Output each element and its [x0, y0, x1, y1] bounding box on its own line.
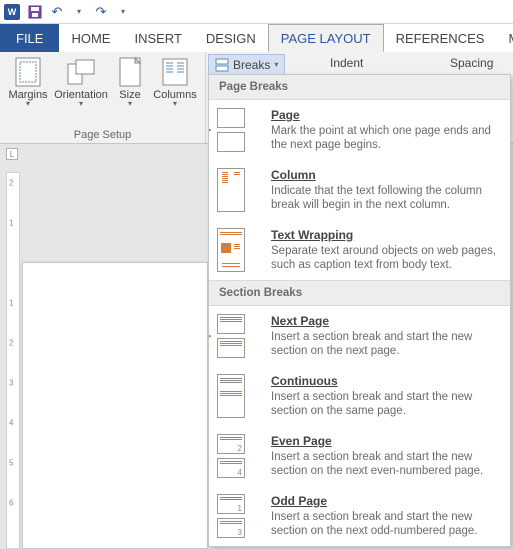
- ruler-corner: L: [6, 148, 18, 160]
- breaks-label: Breaks: [233, 58, 270, 72]
- orientation-icon: [66, 58, 96, 86]
- menu-item-desc: Mark the point at which one page ends an…: [271, 124, 500, 152]
- menu-item-title: Column: [271, 168, 500, 182]
- chevron-down-icon: ▾: [26, 101, 30, 107]
- spacing-label: Spacing: [450, 56, 493, 70]
- section-header-page-breaks: Page Breaks: [209, 75, 510, 100]
- ruler-mark: 1: [9, 299, 13, 308]
- section-header-section-breaks: Section Breaks: [209, 280, 510, 306]
- vertical-ruler[interactable]: 2 1 1 2 3 4 5 6: [6, 172, 20, 549]
- margins-icon: [15, 57, 41, 87]
- tab-insert[interactable]: INSERT: [122, 24, 193, 52]
- tab-design[interactable]: DESIGN: [194, 24, 268, 52]
- tab-references[interactable]: REFERENCES: [384, 24, 497, 52]
- undo-button[interactable]: ↶: [46, 1, 68, 23]
- continuous-icon: [217, 374, 257, 418]
- breaks-icon: [215, 58, 229, 72]
- menu-item-desc: Insert a section break and start the new…: [271, 390, 500, 418]
- menu-item-text-wrapping-break[interactable]: Text Wrapping Separate text around objec…: [209, 220, 510, 280]
- chevron-down-icon: ▾: [79, 101, 83, 107]
- ruler-mark: 4: [9, 419, 13, 428]
- ruler-mark: 6: [9, 499, 13, 508]
- menu-item-title: Continuous: [271, 374, 500, 388]
- menu-item-odd-page[interactable]: 1 3 Odd Page Insert a section break and …: [209, 486, 510, 546]
- breaks-dropdown: Page Breaks ▸ Page Mark the point at whi…: [208, 74, 511, 547]
- chevron-down-icon: ▾: [173, 101, 177, 107]
- menu-item-title: Next Page: [271, 314, 500, 328]
- group-page-setup: Margins ▾ Orientation ▾ Size ▾ Columns ▾…: [0, 52, 206, 143]
- menu-item-title: Text Wrapping: [271, 228, 500, 242]
- undo-dropdown[interactable]: ▾: [68, 1, 90, 23]
- quick-access-toolbar: W ↶ ▾ ↷ ▾: [0, 0, 513, 24]
- caret-right-icon: ▸: [208, 125, 212, 136]
- breaks-button[interactable]: Breaks ▾: [208, 54, 285, 76]
- redo-button[interactable]: ↷: [90, 1, 112, 23]
- menu-item-desc: Indicate that the text following the col…: [271, 184, 500, 212]
- ruler-mark: 2: [9, 179, 13, 188]
- text-wrapping-icon: [217, 228, 257, 272]
- next-page-icon: [217, 314, 257, 358]
- tab-file[interactable]: FILE: [0, 24, 59, 52]
- size-icon: [119, 57, 141, 87]
- caret-right-icon: ▸: [208, 331, 212, 342]
- menu-item-title: Page: [271, 108, 500, 122]
- tab-home[interactable]: HOME: [59, 24, 122, 52]
- chevron-down-icon: ▾: [274, 62, 278, 68]
- indent-label: Indent: [330, 56, 363, 70]
- document-page[interactable]: [22, 262, 208, 549]
- qat-customize[interactable]: ▾: [112, 1, 134, 23]
- menu-item-title: Even Page: [271, 434, 500, 448]
- margins-button[interactable]: Margins ▾: [4, 54, 52, 129]
- ruler-mark: 3: [9, 379, 13, 388]
- ribbon-tabs: FILE HOME INSERT DESIGN PAGE LAYOUT REFE…: [0, 24, 513, 52]
- page-break-icon: [217, 108, 257, 152]
- menu-item-desc: Insert a section break and start the new…: [271, 330, 500, 358]
- menu-item-column-break[interactable]: Column Indicate that the text following …: [209, 160, 510, 220]
- columns-button[interactable]: Columns ▾: [150, 54, 200, 129]
- menu-item-even-page[interactable]: 2 4 Even Page Insert a section break and…: [209, 426, 510, 486]
- columns-icon: [162, 58, 188, 86]
- size-button[interactable]: Size ▾: [110, 54, 150, 129]
- column-break-icon: [217, 168, 257, 212]
- save-icon: [28, 5, 42, 19]
- chevron-down-icon: ▾: [128, 101, 132, 107]
- orientation-button[interactable]: Orientation ▾: [52, 54, 110, 129]
- menu-item-continuous[interactable]: Continuous Insert a section break and st…: [209, 366, 510, 426]
- tab-mailings[interactable]: MAILIN: [496, 24, 513, 52]
- word-app-icon: W: [4, 4, 20, 20]
- menu-item-next-page[interactable]: ▸ Next Page Insert a section break and s…: [209, 306, 510, 366]
- tab-page-layout[interactable]: PAGE LAYOUT: [268, 24, 384, 52]
- even-page-icon: 2 4: [217, 434, 257, 478]
- ruler-mark: 5: [9, 459, 13, 468]
- ruler-mark: 1: [9, 219, 13, 228]
- ruler-mark: 2: [9, 339, 13, 348]
- odd-page-icon: 1 3: [217, 494, 257, 538]
- menu-item-desc: Insert a section break and start the new…: [271, 510, 500, 538]
- menu-item-desc: Separate text around objects on web page…: [271, 244, 500, 272]
- menu-item-title: Odd Page: [271, 494, 500, 508]
- menu-item-desc: Insert a section break and start the new…: [271, 450, 500, 478]
- save-button[interactable]: [24, 1, 46, 23]
- menu-item-page-break[interactable]: ▸ Page Mark the point at which one page …: [209, 100, 510, 160]
- group-caption-page-setup: Page Setup: [4, 129, 201, 143]
